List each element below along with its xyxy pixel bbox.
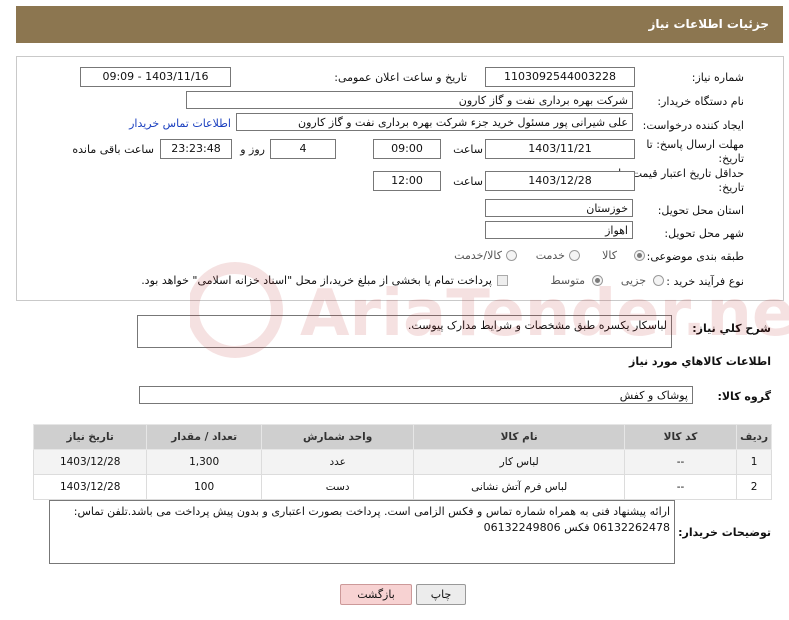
- table-row: 1 -- لباس کار عدد 1,300 1403/12/28: [32, 449, 772, 475]
- table-row: 2 -- لباس فرم آتش نشانی دست 100 1403/12/…: [32, 474, 772, 500]
- need-number-label: شماره نیاز:: [691, 71, 744, 84]
- reply-time-field: 09:00: [373, 139, 441, 159]
- remaining-time-label: ساعت باقی مانده: [72, 143, 154, 156]
- buyer-notes-field: ارائه پیشنهاد فنی به همراه شماره تماس و …: [49, 500, 675, 564]
- buyer-notes-label: توضیحات خریدار:: [678, 526, 771, 539]
- description-label: شرح کلي نياز:: [692, 322, 771, 335]
- announce-label: تاریخ و ساعت اعلان عمومی:: [334, 71, 467, 84]
- city-label: شهر محل تحویل:: [664, 227, 744, 240]
- province-label: استان محل تحویل:: [657, 204, 744, 217]
- print-button[interactable]: چاپ: [416, 584, 466, 605]
- days-label: روز و: [240, 143, 265, 156]
- price-validity-label: حداقل تاریخ اعتبار قیمت: تا: [618, 167, 744, 180]
- announce-field: 1403/11/16 - 09:09: [80, 67, 231, 87]
- buyer-contact-link[interactable]: اطلاعات تماس خریدار: [129, 117, 231, 130]
- row-index: 1: [736, 449, 772, 475]
- row-qty: 100: [146, 474, 262, 500]
- buyer-label: نام دستگاه خریدار:: [657, 95, 744, 108]
- goods-group-field: پوشاک و کفش: [139, 386, 693, 404]
- process-partial-label: جزیی: [620, 274, 646, 287]
- price-time-label: ساعت: [453, 175, 483, 188]
- row-code: --: [623, 449, 738, 475]
- price-date-field: 1403/12/28: [485, 171, 635, 191]
- goods-table-header: رديف کد کالا نام کالا واحد شمارش تعداد /…: [32, 424, 772, 450]
- process-partial-radio[interactable]: [653, 275, 664, 286]
- process-medium-radio[interactable]: [592, 275, 603, 286]
- col-code: کد کالا: [623, 424, 738, 450]
- row-date: 1403/12/28: [32, 449, 148, 475]
- category-label: طبقه بندی موضوعی:: [646, 250, 744, 263]
- reply-date-label: تاریخ:: [718, 152, 744, 165]
- province-field: خوزستان: [485, 199, 633, 217]
- creator-field: علی شیرانی پور مسئول خرید جزء شرکت بهره …: [236, 113, 633, 131]
- description-field: لباسکار یکسره طبق مشخصات و شرایط مدارک پ…: [137, 315, 672, 348]
- col-name: نام کالا: [413, 424, 625, 450]
- row-unit: دست: [260, 474, 415, 500]
- days-field: 4: [270, 139, 336, 159]
- col-date: تاریخ نیاز: [32, 424, 148, 450]
- description-text: لباسکار یکسره طبق مشخصات و شرایط مدارک پ…: [407, 319, 667, 332]
- reply-date-field: 1403/11/21: [485, 139, 635, 159]
- price-date-label: تاریخ:: [718, 181, 744, 194]
- category-both-radio[interactable]: [506, 250, 517, 261]
- treasury-note: پرداخت تمام یا بخشی از مبلغ خرید،از محل …: [141, 274, 492, 287]
- goods-section-title: اطلاعات کالاهاي مورد نياز: [629, 355, 771, 368]
- reply-deadline-label: مهلت ارسال پاسخ: تا: [646, 138, 744, 151]
- need-number-field: 1103092544003228: [485, 67, 635, 87]
- category-service-label: خدمت: [535, 249, 565, 262]
- goods-group-label: گروه کالا:: [717, 390, 771, 403]
- row-name: لباس کار: [413, 449, 625, 475]
- creator-label: ایجاد کننده درخواست:: [642, 119, 744, 132]
- category-service-radio[interactable]: [569, 250, 580, 261]
- row-unit: عدد: [260, 449, 415, 475]
- col-index: رديف: [736, 424, 772, 450]
- page-header: جزئیات اطلاعات نیاز: [16, 6, 783, 43]
- price-time-field: 12:00: [373, 171, 441, 191]
- buyer-field: شرکت بهره برداری نفت و گاز کارون: [186, 91, 633, 109]
- page-title: جزئیات اطلاعات نیاز: [648, 17, 769, 31]
- goods-table: رديف کد کالا نام کالا واحد شمارش تعداد /…: [32, 424, 772, 500]
- treasury-checkbox[interactable]: [497, 275, 508, 286]
- category-goods-radio[interactable]: [634, 250, 645, 261]
- row-index: 2: [736, 474, 772, 500]
- reply-time-label: ساعت: [453, 143, 483, 156]
- city-field: اهواز: [485, 221, 633, 239]
- process-type-label: نوع فرآیند خرید :: [666, 275, 744, 288]
- row-qty: 1,300: [146, 449, 262, 475]
- remaining-time-field: 23:23:48: [160, 139, 232, 159]
- col-unit: واحد شمارش: [260, 424, 415, 450]
- back-button[interactable]: بازگشت: [340, 584, 412, 605]
- col-qty: تعداد / مقدار: [146, 424, 262, 450]
- row-name: لباس فرم آتش نشانی: [413, 474, 625, 500]
- row-code: --: [623, 474, 738, 500]
- row-date: 1403/12/28: [32, 474, 148, 500]
- buyer-notes-text: ارائه پیشنهاد فنی به همراه شماره تماس و …: [73, 505, 670, 534]
- category-goods-label: کالا: [602, 249, 617, 262]
- process-medium-label: متوسط: [550, 274, 585, 287]
- category-both-label: کالا/خدمت: [454, 249, 502, 262]
